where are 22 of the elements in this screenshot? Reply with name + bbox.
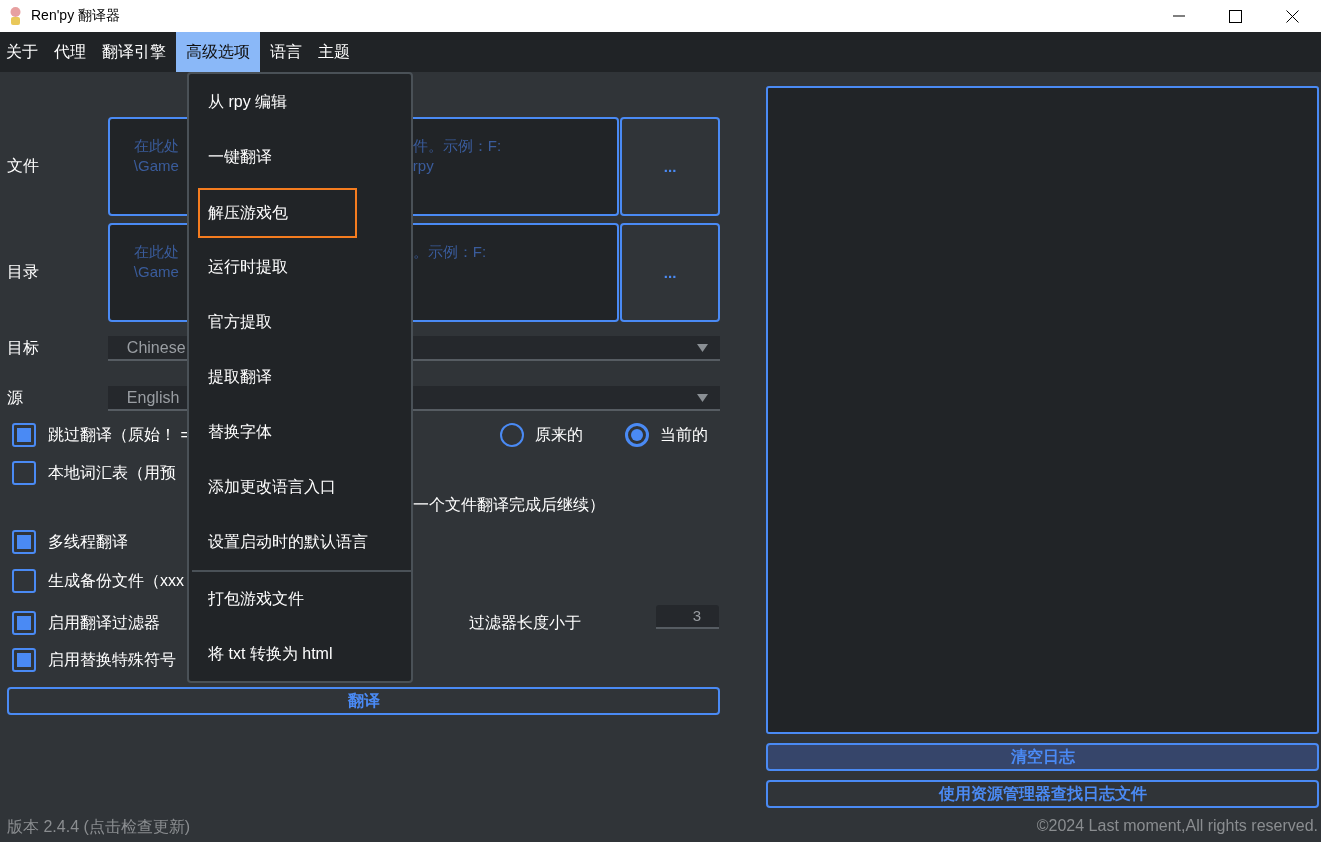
placeholder-text: \Game xyxy=(133,263,179,280)
checkbox-label: 启用翻译过滤器 xyxy=(48,612,160,633)
radio-label: 当前的 xyxy=(660,424,708,445)
placeholder-text: rpy xyxy=(412,157,434,174)
field-label: 文件 xyxy=(7,156,39,176)
placeholder-text: \Game xyxy=(133,157,179,174)
checkbox-label: 多线程翻译 xyxy=(48,531,128,552)
checkbox-label: 生成备份文件（xxx xyxy=(48,570,184,591)
field-label: 源 xyxy=(7,388,23,408)
field-label: 目录 xyxy=(7,262,39,282)
copyright-text: ©2024 Last moment,All rights reserved. xyxy=(1036,817,1318,836)
checkbox-label: 本地词汇表（用预 xyxy=(48,462,176,483)
window-title: Ren'py 翻译器 xyxy=(31,7,122,25)
placeholder-text: 件。示例：F: xyxy=(412,137,502,154)
placeholder-text: 。示例：F: xyxy=(412,243,487,260)
placeholder-text: 在此处 xyxy=(133,137,179,154)
radio-label: 原来的 xyxy=(535,424,583,445)
checkbox-label: 启用替换特殊符号 xyxy=(48,649,176,670)
option-text: 一个文件翻译完成后继续） xyxy=(413,494,605,515)
field-label: 过滤器长度小于 xyxy=(469,612,581,633)
field-label: 目标 xyxy=(7,338,39,358)
placeholder-text: 在此处 xyxy=(133,243,179,260)
